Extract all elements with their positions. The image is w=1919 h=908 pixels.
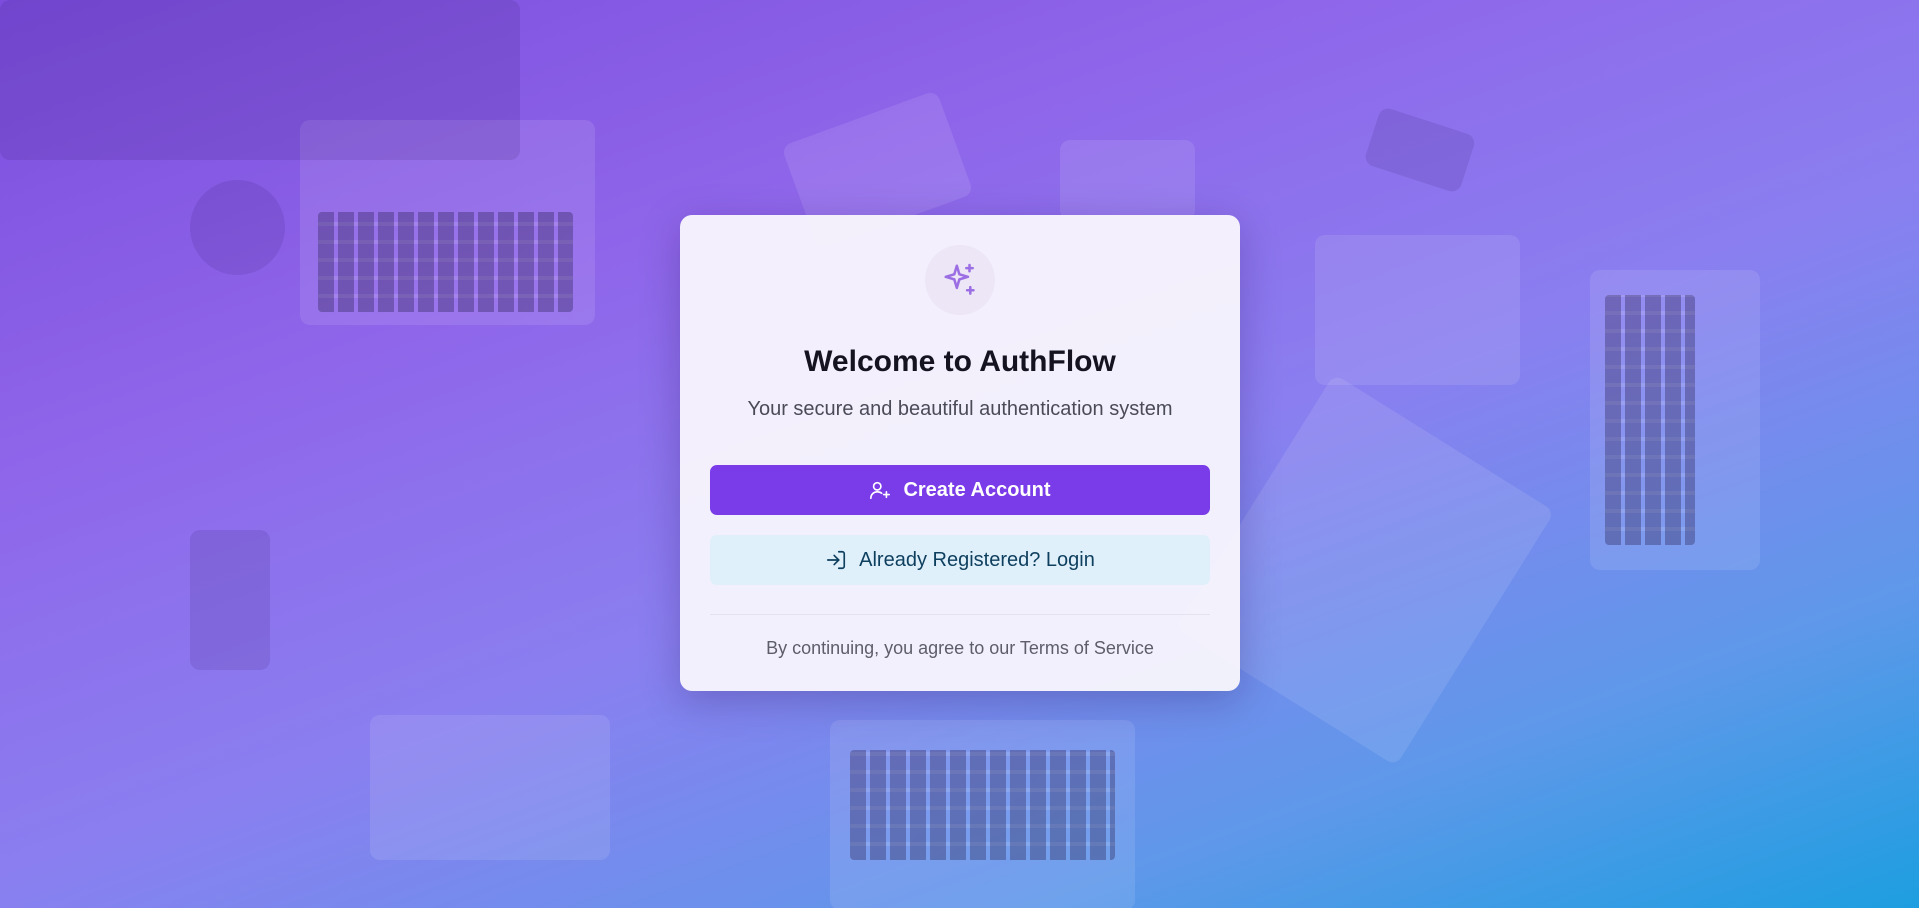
login-label: Already Registered? Login (859, 548, 1095, 571)
page-subtitle: Your secure and beautiful authentication… (747, 398, 1173, 420)
page-title: Welcome to AuthFlow (804, 345, 1116, 378)
logo-badge (925, 245, 995, 315)
sparkles-icon (944, 263, 975, 295)
create-account-label: Create Account (903, 478, 1051, 501)
welcome-card: Welcome to AuthFlow Your secure and beau… (680, 215, 1240, 691)
terms-text: By continuing, you agree to our Terms of… (766, 638, 1154, 658)
log-in-icon (827, 550, 846, 570)
create-account-button[interactable]: Create Account (710, 465, 1210, 515)
user-plus-icon (870, 481, 891, 500)
login-button[interactable]: Already Registered? Login (710, 535, 1210, 585)
divider (710, 614, 1210, 615)
